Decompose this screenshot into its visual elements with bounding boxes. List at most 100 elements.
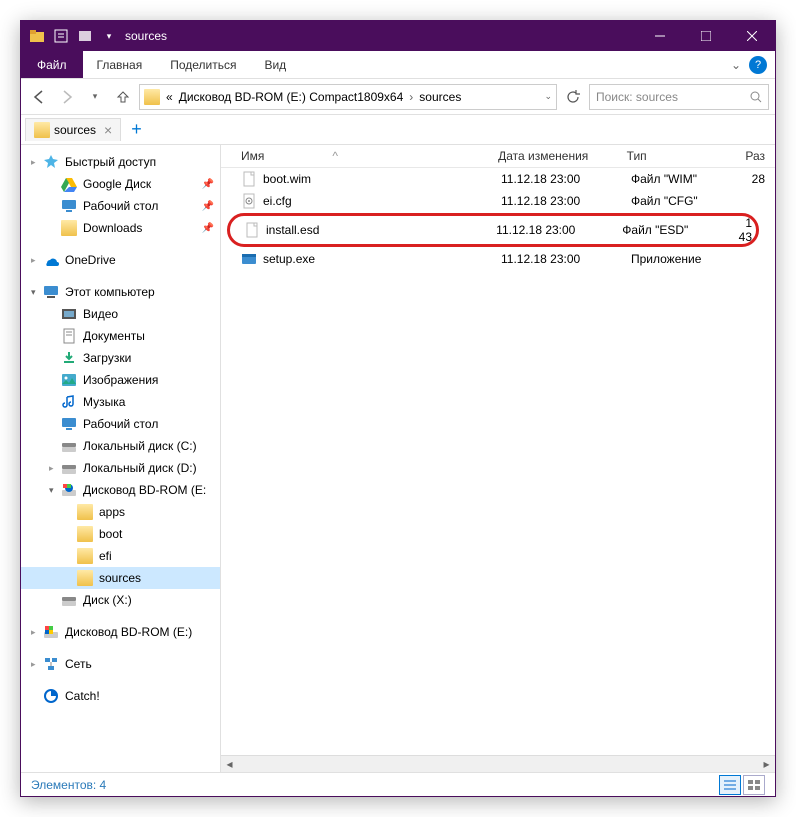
file-type: Приложение <box>631 252 751 266</box>
desktop-icon <box>61 416 77 432</box>
new-tab-button[interactable]: + <box>121 119 152 140</box>
tree-boot[interactable]: boot <box>21 523 220 545</box>
file-name: boot.wim <box>263 172 311 186</box>
refresh-button[interactable] <box>561 85 585 109</box>
tree-catch[interactable]: Catch! <box>21 685 220 707</box>
window-controls <box>637 21 775 51</box>
tree-desktop[interactable]: Рабочий стол📌 <box>21 195 220 217</box>
tree-local-d[interactable]: Локальный диск (D:) <box>21 457 220 479</box>
file-name: install.esd <box>266 223 319 237</box>
tree-documents[interactable]: Документы <box>21 325 220 347</box>
file-tab[interactable]: Файл <box>21 51 83 78</box>
tab-home[interactable]: Главная <box>83 51 157 78</box>
titlebar[interactable]: ▾ sources <box>21 21 775 51</box>
ribbon-right: ⌄ ? <box>731 51 775 78</box>
file-row[interactable]: install.esd11.12.18 23:00Файл "ESD"1 43 <box>227 213 759 247</box>
file-icon <box>241 171 257 187</box>
tree-video[interactable]: Видео <box>21 303 220 325</box>
file-date: 11.12.18 23:00 <box>501 252 631 266</box>
bdrom-icon <box>43 624 59 640</box>
network-icon <box>43 656 59 672</box>
tree-desktop2[interactable]: Рабочий стол <box>21 413 220 435</box>
tree-bdrom[interactable]: Дисковод BD-ROM (E: <box>21 479 220 501</box>
tree-downloads[interactable]: Downloads📌 <box>21 217 220 239</box>
ribbon: Файл Главная Поделиться Вид ⌄ ? <box>21 51 775 79</box>
tree-music[interactable]: Музыка <box>21 391 220 413</box>
tree-apps[interactable]: apps <box>21 501 220 523</box>
tree-efi[interactable]: efi <box>21 545 220 567</box>
new-folder-icon[interactable] <box>77 28 93 44</box>
folder-tab-label: sources <box>54 123 96 137</box>
tree-quick-access[interactable]: Быстрый доступ <box>21 151 220 173</box>
scroll-left-icon[interactable]: ◂ <box>221 756 238 773</box>
pin-icon: 📌 <box>202 201 214 212</box>
help-icon[interactable]: ? <box>749 56 767 74</box>
qat-dropdown-icon[interactable]: ▾ <box>101 28 117 44</box>
breadcrumb-seg-2[interactable]: sources <box>419 90 461 104</box>
tree-network[interactable]: Сеть <box>21 653 220 675</box>
drive-icon <box>61 460 77 476</box>
pin-icon: 📌 <box>202 179 214 190</box>
tree-sources[interactable]: sources <box>21 567 220 589</box>
pc-icon <box>43 284 59 300</box>
scroll-right-icon[interactable]: ▸ <box>758 756 775 773</box>
catch-icon <box>43 688 59 704</box>
column-headers[interactable]: Имя^ Дата изменения Тип Раз <box>221 145 775 168</box>
star-icon <box>43 154 59 170</box>
folder-icon <box>34 122 50 138</box>
statusbar: Элементов: 4 <box>21 772 775 796</box>
address-dropdown-icon[interactable]: ⌄ <box>544 91 552 102</box>
gdrive-icon <box>61 176 77 192</box>
expand-ribbon-icon[interactable]: ⌄ <box>731 58 741 72</box>
tree-onedrive[interactable]: OneDrive <box>21 249 220 271</box>
col-name[interactable]: Имя <box>241 149 264 163</box>
pin-icon: 📌 <box>202 223 214 234</box>
view-switcher <box>719 775 765 795</box>
col-type[interactable]: Тип <box>627 149 746 163</box>
folder-tab-sources[interactable]: sources × <box>25 118 121 141</box>
folder-icon <box>77 526 93 542</box>
folder-tabs: sources × + <box>21 115 775 145</box>
view-details-button[interactable] <box>719 775 741 795</box>
tree-disk-x[interactable]: Диск (X:) <box>21 589 220 611</box>
close-button[interactable] <box>729 21 775 51</box>
folder-icon <box>61 220 77 236</box>
file-rows: boot.wim11.12.18 23:00Файл "WIM"28ei.cfg… <box>221 168 775 270</box>
tree-downloads2[interactable]: Загрузки <box>21 347 220 369</box>
maximize-button[interactable] <box>683 21 729 51</box>
video-icon <box>61 306 77 322</box>
col-size[interactable]: Раз <box>745 149 765 163</box>
downloads-icon <box>61 350 77 366</box>
folder-icon <box>29 28 45 44</box>
properties-icon[interactable] <box>53 28 69 44</box>
back-button[interactable] <box>27 85 51 109</box>
tree-pictures[interactable]: Изображения <box>21 369 220 391</box>
tree-this-pc[interactable]: Этот компьютер <box>21 281 220 303</box>
recent-locations-button[interactable]: ▾ <box>83 85 107 109</box>
search-box[interactable]: Поиск: sources <box>589 84 769 110</box>
forward-button[interactable] <box>55 85 79 109</box>
navbar: ▾ « Дисковод BD-ROM (E:) Compact1809x64 … <box>21 79 775 115</box>
address-bar[interactable]: « Дисковод BD-ROM (E:) Compact1809x64 › … <box>139 84 557 110</box>
tree-local-c[interactable]: Локальный диск (C:) <box>21 435 220 457</box>
drive-icon <box>61 592 77 608</box>
view-icons-button[interactable] <box>743 775 765 795</box>
scrollbar-horizontal[interactable]: ◂ ▸ <box>221 755 775 772</box>
bdrom-icon <box>61 482 77 498</box>
folder-icon <box>77 548 93 564</box>
minimize-button[interactable] <box>637 21 683 51</box>
nav-tree[interactable]: Быстрый доступ Google Диск📌 Рабочий стол… <box>21 145 221 772</box>
file-list: Имя^ Дата изменения Тип Раз boot.wim11.1… <box>221 145 775 772</box>
file-row[interactable]: ei.cfg11.12.18 23:00Файл "CFG" <box>221 190 775 212</box>
tab-share[interactable]: Поделиться <box>156 51 250 78</box>
col-date[interactable]: Дата изменения <box>498 149 627 163</box>
tab-view[interactable]: Вид <box>250 51 300 78</box>
close-tab-icon[interactable]: × <box>104 122 112 138</box>
up-button[interactable] <box>111 85 135 109</box>
file-date: 11.12.18 23:00 <box>501 194 631 208</box>
file-row[interactable]: setup.exe11.12.18 23:00Приложение <box>221 248 775 270</box>
breadcrumb-seg-1[interactable]: Дисковод BD-ROM (E:) Compact1809x64 <box>179 90 404 104</box>
tree-bdrom2[interactable]: Дисковод BD-ROM (E:) <box>21 621 220 643</box>
tree-google-drive[interactable]: Google Диск📌 <box>21 173 220 195</box>
file-row[interactable]: boot.wim11.12.18 23:00Файл "WIM"28 <box>221 168 775 190</box>
